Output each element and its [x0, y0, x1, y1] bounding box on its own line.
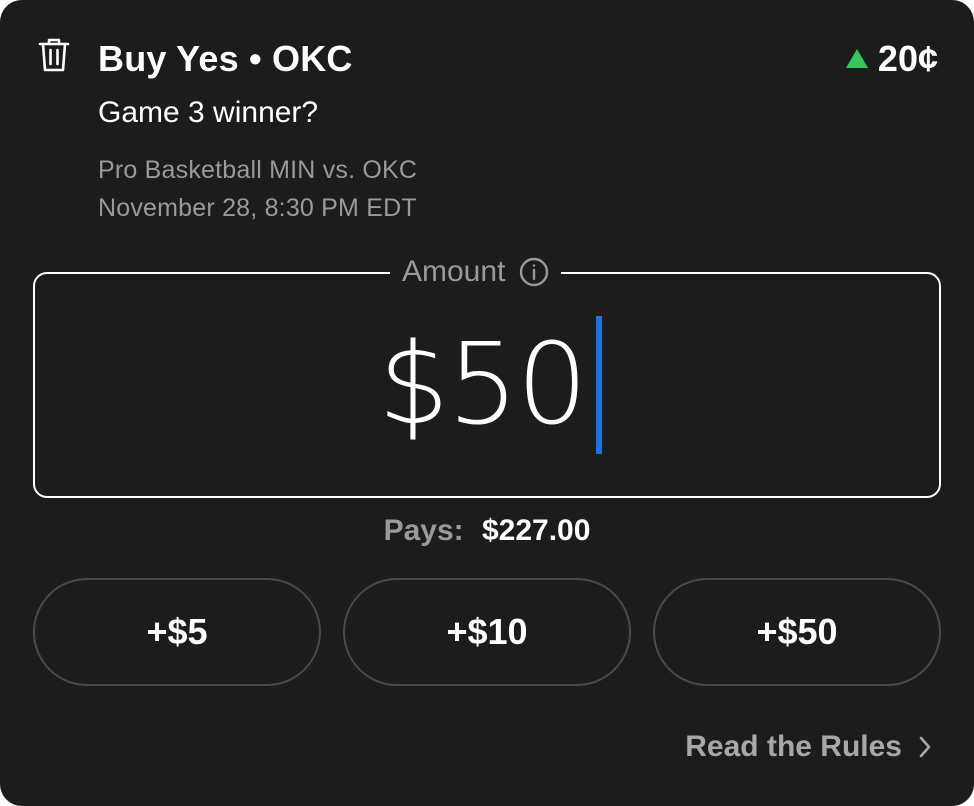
payout-value: $227.00: [481, 514, 591, 547]
price-up-icon: [845, 48, 868, 68]
price-display: 20¢: [845, 38, 938, 80]
amount-value[interactable]: $50: [378, 329, 588, 441]
order-title: Buy Yes • OKC: [98, 38, 353, 79]
amount-input[interactable]: $50: [33, 300, 941, 470]
trash-icon[interactable]: [38, 36, 70, 74]
event-datetime: November 28, 8:30 PM EDT: [98, 194, 417, 222]
amount-label: Amount: [390, 252, 562, 292]
event-name: Pro Basketball MIN vs. OKC: [98, 156, 418, 184]
add-5-button[interactable]: +$5: [33, 578, 321, 686]
order-ticket-card: Buy Yes • OKC 20¢ Game 3 winner? Pro Bas…: [0, 0, 974, 806]
chevron-right-icon: [919, 736, 931, 758]
add-10-button[interactable]: +$10: [343, 578, 631, 686]
read-rules-label: Read the Rules: [685, 730, 902, 763]
market-question: Game 3 winner?: [98, 96, 319, 129]
add-50-button[interactable]: +$50: [653, 578, 941, 686]
info-icon[interactable]: [519, 257, 549, 287]
read-rules-link[interactable]: Read the Rules: [685, 730, 932, 764]
payout-label: Pays:: [383, 514, 464, 547]
price-value: 20¢: [877, 38, 938, 79]
text-caret: [595, 316, 602, 454]
amount-label-text: Amount: [402, 255, 506, 288]
payout-summary: Pays: $227.00: [0, 514, 974, 548]
